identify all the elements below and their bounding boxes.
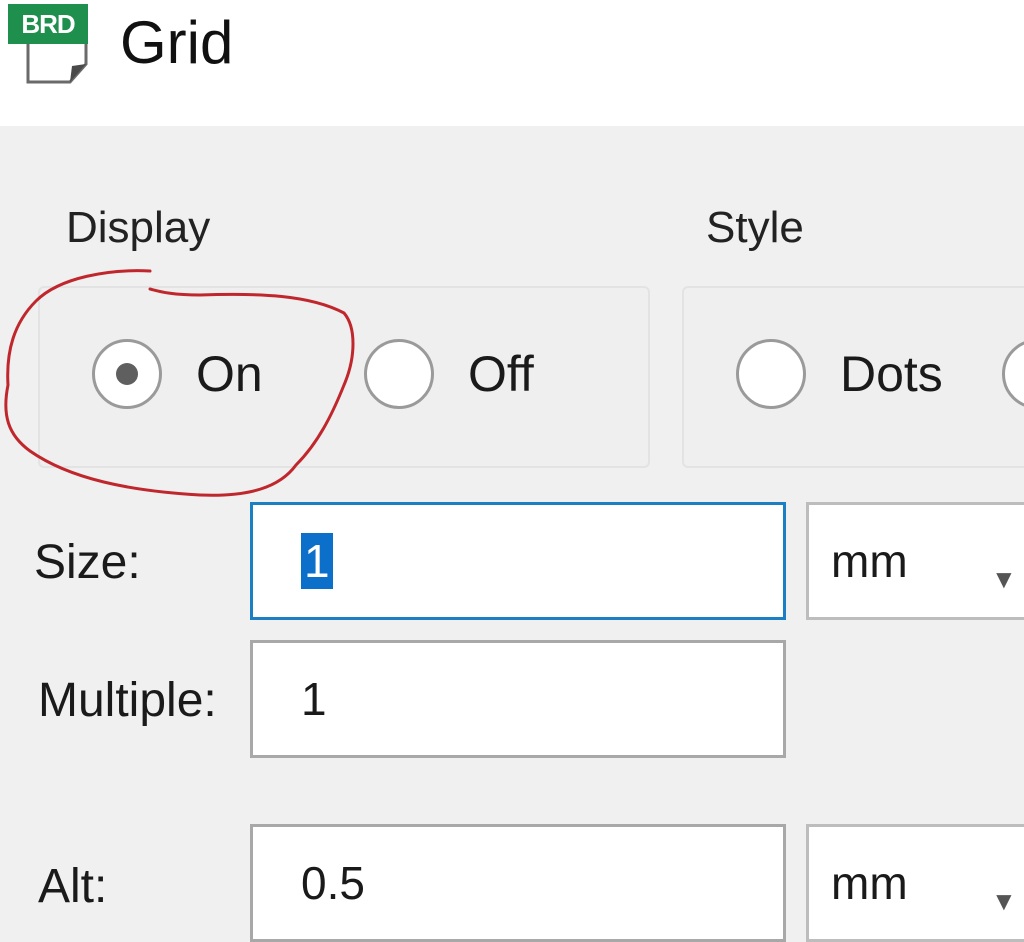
display-off-radio[interactable]: Off [364, 334, 534, 414]
radio-unselected-icon [736, 339, 806, 409]
dropdown-arrow-icon: ▼ [991, 564, 1017, 594]
annotation-stroke [4, 269, 355, 497]
alt-label: Alt: [38, 860, 108, 913]
brd-document-icon: BRD [8, 4, 94, 88]
style-dots-label: Dots [840, 346, 943, 402]
display-group-label: Display [66, 203, 211, 252]
dropdown-arrow-icon: ▼ [991, 886, 1017, 916]
title-bar: BRD Grid [0, 0, 1024, 126]
size-unit-value: mm [831, 535, 908, 587]
style-lines-radio[interactable] [1002, 334, 1024, 414]
size-value: 1 [301, 533, 333, 589]
multiple-input[interactable]: 1 [250, 640, 786, 758]
multiple-label: Multiple: [38, 674, 217, 727]
brd-badge: BRD [8, 4, 88, 44]
red-annotation-circle [4, 269, 355, 497]
alt-input[interactable]: 0.5 [250, 824, 786, 942]
alt-unit-value: mm [831, 857, 908, 909]
size-unit-select[interactable]: mm ▼ [806, 502, 1024, 620]
size-label: Size: [34, 536, 141, 589]
alt-value: 0.5 [301, 857, 365, 909]
size-input[interactable]: 1 [250, 502, 786, 620]
alt-unit-select[interactable]: mm ▼ [806, 824, 1024, 942]
window-title: Grid [120, 9, 234, 76]
multiple-value: 1 [301, 673, 327, 725]
radio-unselected-icon [1002, 339, 1024, 409]
style-group-label: Style [706, 203, 804, 252]
style-dots-radio[interactable]: Dots [736, 334, 943, 414]
display-off-label: Off [468, 346, 534, 402]
